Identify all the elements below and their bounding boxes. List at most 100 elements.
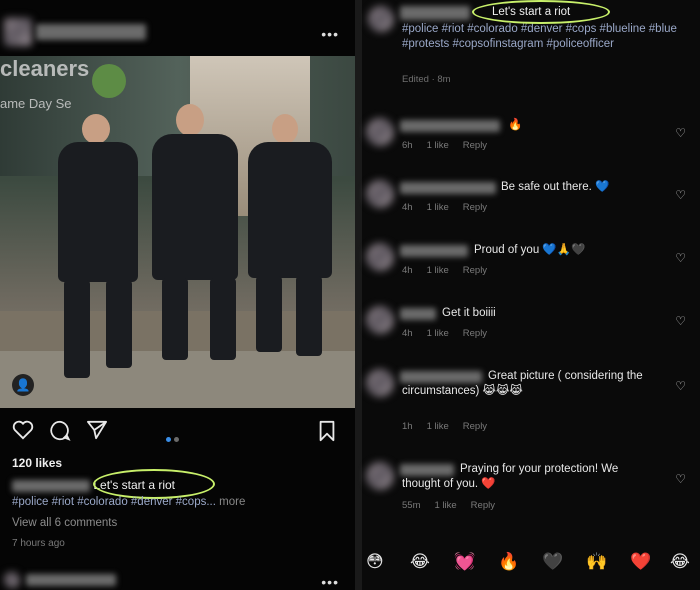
avatar[interactable] bbox=[366, 243, 394, 271]
username-redacted[interactable] bbox=[26, 574, 116, 586]
heart-outline-icon[interactable]: ♡ bbox=[675, 126, 686, 140]
comment-time: 1h bbox=[402, 421, 413, 432]
emoji-button[interactable]: 🔥 bbox=[498, 552, 519, 572]
heart-outline-icon[interactable]: ♡ bbox=[675, 188, 686, 202]
highlight-ellipse bbox=[93, 469, 215, 499]
emoji-button[interactable]: 😳 bbox=[366, 552, 384, 572]
next-post-header: ••• bbox=[0, 568, 355, 590]
heart-outline-icon[interactable]: ♡ bbox=[675, 251, 686, 265]
view-all-comments-link[interactable]: View all 6 comments bbox=[12, 517, 117, 529]
comment-outline-icon[interactable] bbox=[49, 420, 71, 441]
more-link[interactable]: more bbox=[219, 496, 245, 508]
reply-button[interactable]: Reply bbox=[463, 421, 487, 432]
heart-outline-icon[interactable] bbox=[12, 420, 34, 440]
comment-meta: 4h 1 like Reply bbox=[402, 328, 501, 339]
comment-meta: 4h 1 like Reply bbox=[402, 202, 501, 213]
comment-item: Be safe out there. 💙 4h 1 like Reply ♡ bbox=[362, 178, 700, 218]
paper-plane-icon[interactable] bbox=[86, 420, 108, 440]
comment-time: 55m bbox=[402, 500, 421, 511]
comment-item: 🔥 6h 1 like Reply ♡ bbox=[362, 116, 700, 156]
comment-likes[interactable]: 1 like bbox=[427, 202, 449, 213]
carousel-pager bbox=[166, 429, 182, 447]
person-tag-icon[interactable]: 👤 bbox=[12, 374, 34, 396]
caption-hashtags[interactable]: #police #riot #colorado #denver #cops #b… bbox=[402, 22, 698, 52]
username-redacted[interactable] bbox=[12, 479, 90, 492]
comment-likes[interactable]: 1 like bbox=[427, 265, 449, 276]
comment-item: Proud of you 💙🙏🖤 4h 1 like Reply ♡ bbox=[362, 241, 700, 281]
username-redacted[interactable] bbox=[36, 24, 146, 40]
figure-head bbox=[272, 114, 298, 144]
more-horizontal-icon[interactable]: ••• bbox=[321, 574, 339, 590]
figure-leg bbox=[162, 278, 188, 360]
figure-body bbox=[58, 142, 138, 282]
emoji-button[interactable]: 🙌 bbox=[586, 552, 607, 572]
avatar[interactable] bbox=[4, 18, 32, 46]
post-photo[interactable]: cleaners ame Day Se 👤 bbox=[0, 56, 355, 408]
photo-sign-text: cleaners bbox=[0, 56, 90, 81]
comments-panel: Let's start a riot #police #riot #colora… bbox=[362, 0, 700, 590]
comment-meta: 55m 1 like Reply bbox=[402, 500, 509, 511]
emoji-button[interactable]: 💓 bbox=[454, 552, 475, 572]
comment-text: Great picture ( considering the circumst… bbox=[402, 370, 643, 397]
figure-leg bbox=[256, 276, 282, 352]
comment-item: Great picture ( considering the circumst… bbox=[362, 367, 700, 435]
comment-likes[interactable]: 1 like bbox=[427, 328, 449, 339]
avatar[interactable] bbox=[366, 369, 394, 397]
username-redacted[interactable] bbox=[400, 6, 470, 20]
comment-meta: 1h 1 like Reply bbox=[402, 421, 501, 432]
more-horizontal-icon[interactable]: ••• bbox=[321, 26, 339, 42]
figure-body bbox=[152, 134, 238, 280]
comment-likes[interactable]: 1 like bbox=[427, 140, 449, 151]
comment-time: 6h bbox=[402, 140, 413, 151]
figure-leg bbox=[296, 276, 322, 356]
photo-sign-logo bbox=[92, 64, 126, 98]
comment-time: 4h bbox=[402, 328, 413, 339]
username-redacted[interactable] bbox=[400, 120, 500, 132]
avatar[interactable] bbox=[366, 306, 394, 334]
post-timestamp: 7 hours ago bbox=[12, 538, 65, 549]
emoji-button[interactable]: ❤️ bbox=[630, 552, 651, 572]
avatar[interactable] bbox=[366, 118, 394, 146]
username-redacted[interactable] bbox=[400, 182, 496, 194]
heart-outline-icon[interactable]: ♡ bbox=[675, 472, 686, 486]
heart-outline-icon[interactable]: ♡ bbox=[675, 314, 686, 328]
hashtag-list[interactable]: #police #riot #colorado #denver #cops... bbox=[12, 496, 216, 508]
reply-button[interactable]: Reply bbox=[463, 140, 487, 151]
comment-text: Proud of you 💙🙏🖤 bbox=[474, 244, 586, 256]
comment-time: 4h bbox=[402, 265, 413, 276]
figure-body bbox=[248, 142, 332, 278]
left-post-panel: ••• cleaners ame Day Se 👤 120 likes Let'… bbox=[0, 0, 355, 590]
figure-head bbox=[82, 114, 110, 144]
reply-button[interactable]: Reply bbox=[463, 328, 487, 339]
avatar[interactable] bbox=[366, 180, 394, 208]
emoji-button[interactable]: 😂 bbox=[670, 552, 690, 572]
heart-outline-icon[interactable]: ♡ bbox=[675, 379, 686, 393]
figure-leg bbox=[106, 280, 132, 368]
reply-button[interactable]: Reply bbox=[463, 265, 487, 276]
comment-item: Praying for your protection! We thought … bbox=[362, 460, 700, 516]
figure-leg bbox=[64, 280, 90, 378]
username-redacted[interactable] bbox=[400, 308, 436, 320]
avatar[interactable] bbox=[366, 462, 394, 490]
figure-head bbox=[176, 104, 204, 136]
bookmark-outline-icon[interactable] bbox=[317, 420, 337, 442]
comment-likes[interactable]: 1 like bbox=[434, 500, 456, 511]
username-redacted[interactable] bbox=[400, 245, 468, 257]
caption-hashtags: #police #riot #colorado #denver #cops...… bbox=[12, 496, 245, 508]
figure-leg bbox=[210, 278, 236, 360]
reply-button[interactable]: Reply bbox=[463, 202, 487, 213]
photo-sign-subtext: ame Day Se bbox=[0, 96, 72, 111]
emoji-button[interactable]: 🖤 bbox=[542, 552, 563, 572]
comment-text: Praying for your protection! We thought … bbox=[402, 463, 619, 490]
likes-count[interactable]: 120 likes bbox=[12, 456, 62, 470]
avatar[interactable] bbox=[4, 572, 20, 588]
comment-item: Get it boiiii 4h 1 like Reply ♡ bbox=[362, 304, 700, 344]
avatar[interactable] bbox=[368, 6, 394, 32]
emoji-button[interactable]: 😂 bbox=[410, 552, 430, 572]
post-header: ••• bbox=[0, 10, 355, 54]
post-actions-bar bbox=[0, 418, 355, 448]
reply-button[interactable]: Reply bbox=[471, 500, 495, 511]
comment-likes[interactable]: 1 like bbox=[427, 421, 449, 432]
comment-text: Get it boiiii bbox=[442, 307, 496, 319]
comment-meta: 4h 1 like Reply bbox=[402, 265, 501, 276]
